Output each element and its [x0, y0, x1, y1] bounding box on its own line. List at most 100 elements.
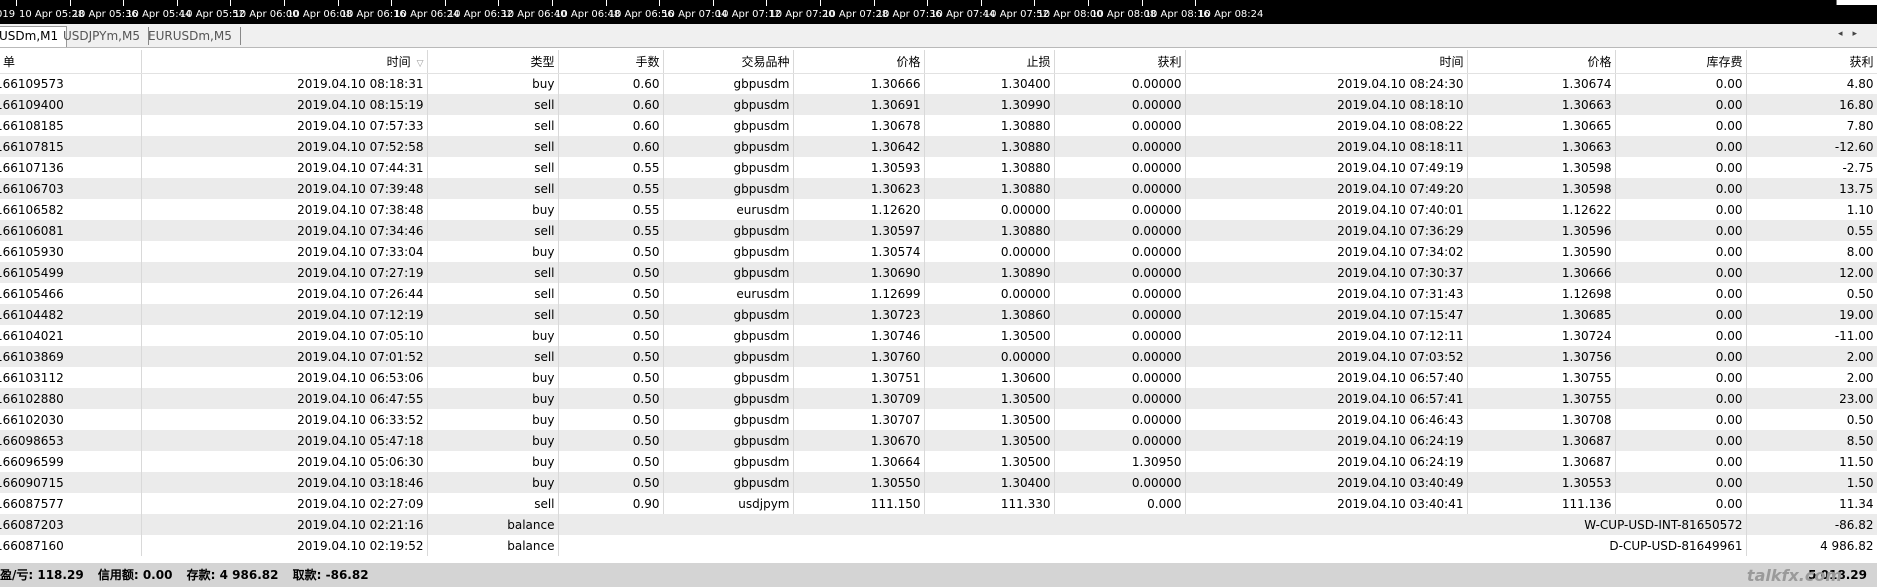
table-row[interactable]: 166106081 2019.04.10 07:34:46 sell 0.55 gbpu… [0, 220, 1877, 241]
table-cell: 0.00000 [1054, 73, 1186, 94]
table-cell: 166104482 [0, 304, 142, 325]
table-cell: 166105466 [0, 283, 142, 304]
table-cell: gbpusdm [663, 73, 794, 94]
table-cell: gbpusdm [663, 325, 794, 346]
table-row[interactable]: 166106582 2019.04.10 07:38:48 buy 0.55 eurus… [0, 199, 1877, 220]
table-cell: 0.00 [1615, 199, 1747, 220]
table-cell: 1.30756 [1467, 346, 1616, 367]
time-tick-label: 10 Apr 08:24 [1195, 0, 1263, 20]
table-cell: 166102030 [0, 409, 142, 430]
chart-tab[interactable]: EURUSDm,M5 [140, 27, 241, 45]
table-row[interactable]: 166108185 2019.04.10 07:57:33 sell 0.60 gbpu… [0, 115, 1877, 136]
history-table: 单时间 ▽ 类型 手数 交易品种 价格 止损 获利 时间 价格 库存费 获利 166109573 201… [0, 50, 1877, 556]
column-header[interactable]: 交易品种 [663, 50, 794, 74]
table-row[interactable]: 166096599 2019.04.10 05:06:30 buy 0.50 gbpus… [0, 451, 1877, 472]
table-cell: 2019.04.10 08:15:19 [141, 94, 428, 115]
time-tick-mark [552, 0, 553, 6]
table-cell: 1.30691 [793, 94, 925, 115]
table-cell: 2019.04.10 08:24:30 [1185, 73, 1468, 94]
tab-nav-arrows[interactable]: ◂▸ [1838, 29, 1867, 39]
table-cell: 0.00000 [1054, 388, 1186, 409]
table-row[interactable]: 166105466 2019.04.10 07:26:44 sell 0.50 euru… [0, 283, 1877, 304]
column-header[interactable]: 类型 [427, 50, 559, 74]
column-header[interactable]: 库存费 [1615, 50, 1747, 74]
sort-desc-icon[interactable]: ▽ [417, 59, 424, 69]
table-cell: gbpusdm [663, 367, 794, 388]
column-header[interactable]: 价格 [1467, 50, 1616, 74]
column-header[interactable]: 价格 [793, 50, 925, 74]
table-cell: 23.00 [1746, 388, 1877, 409]
balance-row[interactable]: 166087160 2019.04.10 02:19:52 balance D-CUP… [0, 535, 1877, 556]
table-cell: gbpusdm [663, 388, 794, 409]
time-tick-mark [873, 0, 875, 6]
table-row[interactable]: 166107815 2019.04.10 07:52:58 sell 0.60 gbpu… [0, 136, 1877, 157]
table-cell: 11.50 [1746, 451, 1877, 472]
table-cell: 166106703 [0, 178, 142, 199]
table-cell: gbpusdm [663, 304, 794, 325]
table-row[interactable]: 166103112 2019.04.10 06:53:06 buy 0.50 gbpus… [0, 367, 1877, 388]
table-row[interactable]: 166090715 2019.04.10 03:18:46 buy 0.50 gbpus… [0, 472, 1877, 493]
table-cell: 1.30880 [924, 220, 1055, 241]
table-cell: 0.00000 [1054, 367, 1186, 388]
table-cell: 1.30687 [1467, 451, 1616, 472]
table-cell: 2019.04.10 07:12:11 [1185, 325, 1468, 346]
column-header[interactable]: 手数 [558, 50, 664, 74]
table-row[interactable]: 166104021 2019.04.10 07:05:10 buy 0.50 gbpus… [0, 325, 1877, 346]
table-row[interactable]: 166103869 2019.04.10 07:01:52 sell 0.50 gbpu… [0, 346, 1877, 367]
table-cell: 1.12622 [1467, 199, 1616, 220]
table-row[interactable]: 166087577 2019.04.10 02:27:09 sell 0.90 usdj… [0, 493, 1877, 514]
table-row[interactable]: 166105499 2019.04.10 07:27:19 sell 0.50 gbpu… [0, 262, 1877, 283]
time-tick-mark [766, 0, 768, 6]
table-cell: 1.12620 [793, 199, 925, 220]
time-tick-mark [1034, 0, 1036, 6]
balance-row[interactable]: 166087203 2019.04.10 02:21:16 balance W-CUP… [0, 514, 1877, 535]
table-cell: 2019.04.10 06:24:19 [1185, 430, 1468, 451]
table-cell: 2019.04.10 07:52:58 [141, 136, 428, 157]
time-tick-mark [176, 0, 178, 6]
table-cell: 2019.04.10 07:34:02 [1185, 241, 1468, 262]
time-tick-mark [712, 0, 714, 6]
table-cell: 0.55 [558, 157, 664, 178]
chart-scroll-handle[interactable] [1836, 0, 1877, 5]
table-cell: eurusdm [663, 283, 794, 304]
table-cell: sell [427, 115, 559, 136]
table-cell: 0.50 [558, 283, 664, 304]
table-row[interactable]: 166105930 2019.04.10 07:33:04 buy 0.50 gbpus… [0, 241, 1877, 262]
table-cell: gbpusdm [663, 241, 794, 262]
table-cell: gbpusdm [663, 157, 794, 178]
table-row[interactable]: 166102880 2019.04.10 06:47:55 buy 0.50 gbpus… [0, 388, 1877, 409]
table-cell: 2019.04.10 05:47:18 [141, 430, 428, 451]
column-header[interactable]: 止损 [924, 50, 1055, 74]
table-cell: 12.00 [1746, 262, 1877, 283]
table-cell: 4.80 [1746, 73, 1877, 94]
time-tick-mark [820, 0, 821, 6]
column-header[interactable]: 时间 ▽ [141, 50, 428, 74]
table-row[interactable]: 166109573 2019.04.10 08:18:31 buy 0.60 gbpus… [0, 73, 1877, 94]
table-cell: gbpusdm [663, 409, 794, 430]
table-cell: 2019.04.10 06:33:52 [141, 409, 428, 430]
arrow-right-icon[interactable]: ▸ [1852, 29, 1867, 39]
table-cell: 0.00000 [924, 283, 1055, 304]
arrow-left-icon[interactable]: ◂ [1838, 29, 1853, 39]
deposit-summary: 存款: 4 986.82 [186, 568, 279, 582]
table-cell: 0.00 [1615, 94, 1747, 115]
chart-tab[interactable]: USDJPYm,M5 [55, 27, 149, 45]
table-row[interactable]: 166109400 2019.04.10 08:15:19 sell 0.60 gbpu… [0, 94, 1877, 115]
column-header[interactable]: 获利 [1746, 50, 1877, 74]
table-cell: 2019.04.10 06:53:06 [141, 367, 428, 388]
column-header[interactable]: 单 [0, 50, 142, 74]
table-row[interactable]: 166098653 2019.04.10 05:47:18 buy 0.50 gbpus… [0, 430, 1877, 451]
table-row[interactable]: 166106703 2019.04.10 07:39:48 sell 0.55 gbpu… [0, 178, 1877, 199]
table-cell: 111.136 [1467, 493, 1616, 514]
table-row[interactable]: 166104482 2019.04.10 07:12:19 sell 0.50 gbpu… [0, 304, 1877, 325]
column-header[interactable]: 获利 [1054, 50, 1186, 74]
column-header[interactable]: 时间 [1185, 50, 1468, 74]
table-row[interactable]: 166102030 2019.04.10 06:33:52 buy 0.50 gbpus… [0, 409, 1877, 430]
table-cell: 0.00 [1615, 115, 1747, 136]
table-cell: 1.30760 [793, 346, 925, 367]
table-cell: 166106081 [0, 220, 142, 241]
table-cell: 111.330 [924, 493, 1055, 514]
table-cell: 2019.04.10 08:18:10 [1185, 94, 1468, 115]
time-tick-mark [337, 0, 339, 6]
table-row[interactable]: 166107136 2019.04.10 07:44:31 sell 0.55 gbpu… [0, 157, 1877, 178]
